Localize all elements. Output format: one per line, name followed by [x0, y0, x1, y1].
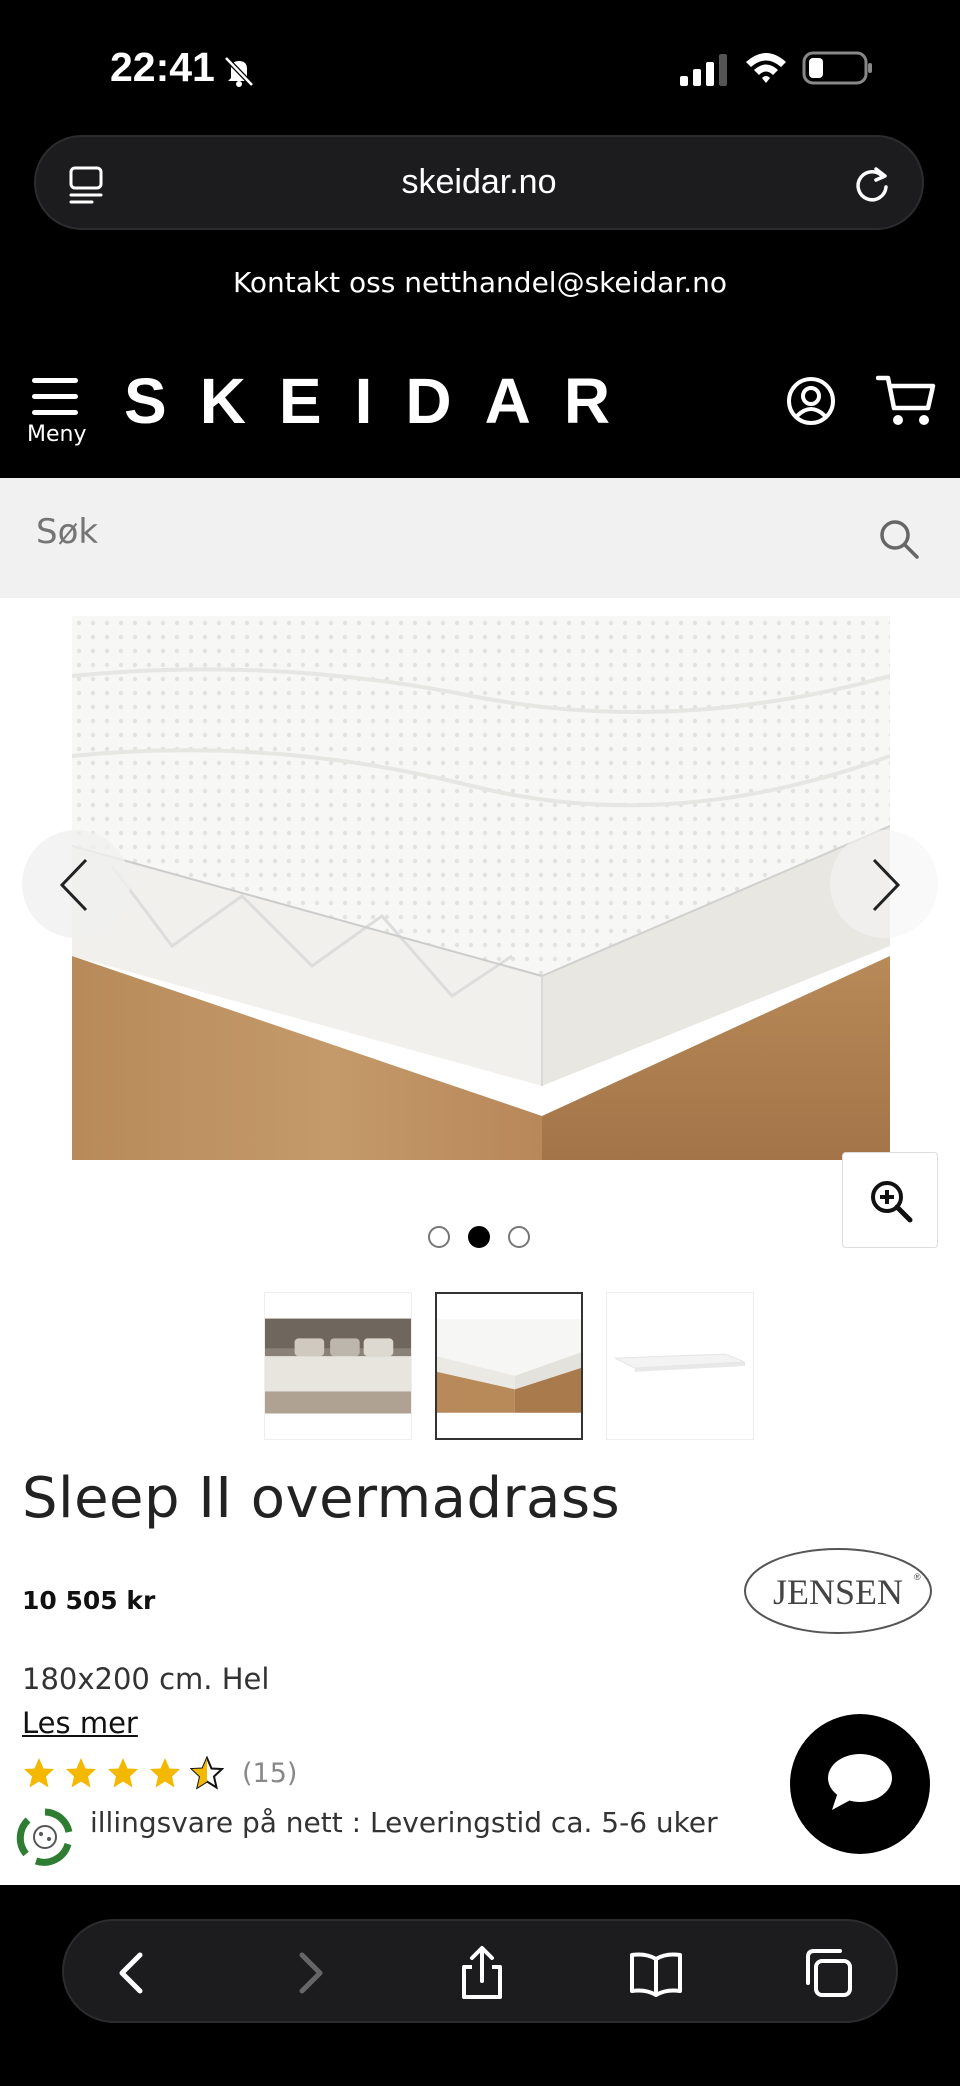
cart-icon[interactable]: [876, 374, 936, 428]
previous-image-button[interactable]: [22, 830, 130, 938]
thumbnail-2[interactable]: [435, 1292, 583, 1440]
status-time: 22:41: [110, 44, 215, 90]
reload-icon[interactable]: [852, 165, 892, 205]
search-input[interactable]: [36, 512, 816, 552]
delivery-info: illingsvare på nett : Leveringstid ca. 5…: [90, 1806, 718, 1839]
site-logo[interactable]: SKEIDAR: [124, 364, 643, 438]
toolbar-pill: [62, 1919, 898, 2023]
bell-slash-icon: [224, 56, 254, 87]
product-title: Sleep II overmadrass: [22, 1466, 621, 1531]
wifi-icon: [746, 53, 786, 83]
back-icon[interactable]: [106, 1945, 162, 2001]
site-header: Meny SKEIDAR: [0, 330, 960, 478]
forward-icon[interactable]: [280, 1945, 336, 2001]
chat-button[interactable]: [790, 1714, 930, 1854]
thumbnail-1[interactable]: [264, 1292, 412, 1440]
zoom-button[interactable]: [842, 1152, 938, 1248]
star-half-icon: [190, 1756, 224, 1790]
star-full-icon: [108, 1758, 138, 1788]
battery-icon: [802, 51, 872, 85]
signal-icon: [680, 54, 727, 86]
svg-text:®: ®: [914, 1572, 921, 1582]
recycle-icon: [16, 1808, 74, 1866]
status-bar: 22:41: [0, 0, 960, 125]
bookmarks-icon[interactable]: [628, 1945, 684, 2001]
menu-button[interactable]: Meny: [22, 376, 92, 456]
chat-bubble-icon: [828, 1754, 892, 1810]
brand-name: JENSEN: [773, 1572, 903, 1612]
share-icon[interactable]: [454, 1945, 510, 2001]
url-text[interactable]: skeidar.no: [36, 163, 922, 202]
star-full-icon: [66, 1758, 96, 1788]
chevron-right-icon: [872, 858, 901, 912]
review-count[interactable]: (15): [242, 1758, 297, 1789]
star-full-icon: [24, 1758, 54, 1788]
tabs-icon[interactable]: [800, 1945, 856, 2001]
contact-info[interactable]: Kontakt oss netthandel@skeidar.no: [0, 266, 960, 299]
zoom-in-icon: [871, 1181, 913, 1223]
search-icon[interactable]: [878, 518, 920, 560]
hamburger-icon[interactable]: [32, 376, 78, 418]
next-image-button[interactable]: [830, 830, 938, 938]
product-image[interactable]: [72, 616, 890, 1160]
chevron-left-icon: [59, 858, 88, 912]
address-bar[interactable]: skeidar.no: [34, 135, 924, 230]
menu-label[interactable]: Meny: [27, 422, 86, 447]
brand-logo[interactable]: JENSEN ®: [742, 1546, 934, 1636]
search-bar: [0, 478, 960, 598]
gallery-dot[interactable]: [428, 1226, 450, 1248]
thumbnail-3[interactable]: [606, 1292, 754, 1440]
browser-toolbar: [0, 1885, 960, 2086]
gallery-dot[interactable]: [508, 1226, 530, 1248]
product-size: 180x200 cm. Hel: [22, 1662, 270, 1696]
account-icon[interactable]: [786, 376, 836, 426]
star-full-icon: [150, 1758, 180, 1788]
gallery-dots: [428, 1226, 538, 1250]
product-page: Sleep II overmadrass 10 505 kr JENSEN ® …: [0, 598, 960, 1885]
read-more-link[interactable]: Les mer: [22, 1706, 138, 1740]
product-price: 10 505 kr: [22, 1586, 156, 1615]
gallery-dot[interactable]: [468, 1226, 490, 1248]
